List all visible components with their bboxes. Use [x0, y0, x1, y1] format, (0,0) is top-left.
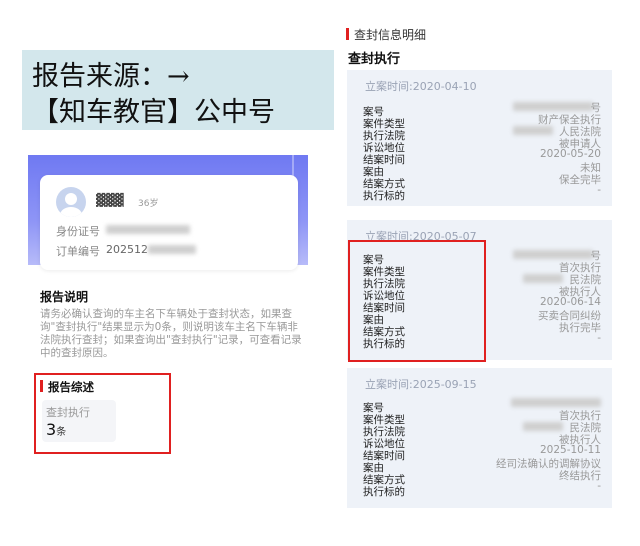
summary-accent-bar: [40, 380, 43, 392]
record-row: 执行标的 -: [363, 480, 601, 498]
record-row: 案号: [363, 396, 601, 414]
source-banner: 报告来源：→ 【知车教官】公中号: [22, 50, 334, 130]
record-row: 案件类型 财产保全执行: [363, 112, 601, 130]
case-number-redacted: [513, 250, 593, 259]
record-row: 案由 未知: [363, 160, 601, 178]
court-redacted: [523, 274, 563, 283]
record-highlight-box: [348, 240, 486, 362]
row-label: 执行标的: [363, 190, 405, 202]
case-number-redacted: [511, 398, 601, 407]
row-value: 2020-06-14: [539, 296, 601, 308]
profile-name: ▓▓▓: [96, 193, 124, 207]
record-date: 立案时间:2020-04-10: [365, 80, 477, 93]
banner-line-2: 【知车教官】公中号: [32, 97, 275, 128]
summary-count: 3: [46, 420, 57, 439]
profile-card: ▓▓▓ 36岁 身份证号 订单编号 202512: [40, 175, 298, 270]
row-value: 2025-10-11: [539, 444, 601, 456]
court-redacted: [513, 126, 553, 135]
row-value: -: [597, 332, 601, 344]
record-row: 诉讼地位 被申请人: [363, 136, 601, 154]
banner-line-1: 报告来源：→: [32, 61, 190, 92]
profile-age: 36岁: [138, 199, 159, 209]
record-row: 案件类型 首次执行: [363, 408, 601, 426]
record-row: 案号号: [363, 100, 601, 118]
summary-count-unit: 条: [56, 427, 67, 438]
record-row: 结案方式 终结执行: [363, 468, 601, 486]
summary-count-wrap: 3条: [46, 420, 66, 439]
record-card[interactable]: 立案时间:2025-09-15 案号 案件类型 首次执行 执行法院 民法院 诉讼地位…: [347, 368, 612, 508]
order-number-redacted: [148, 245, 196, 254]
id-number-label: 身份证号: [56, 225, 100, 238]
order-number-label: 订单编号: [56, 245, 100, 258]
detail-section-title: 查封信息明细: [354, 28, 427, 42]
record-row: 执行法院 人民法院: [363, 124, 601, 142]
summary-item-label: 查封执行: [46, 406, 90, 419]
row-value: -: [597, 480, 601, 492]
record-row: 结案时间 2025-10-11: [363, 444, 601, 462]
report-note-title: 报告说明: [40, 290, 89, 304]
record-row: 执行法院 民法院: [363, 420, 601, 438]
row-label: 执行标的: [363, 486, 405, 498]
order-number-prefix: 202512: [106, 243, 148, 256]
court-redacted: [523, 422, 563, 431]
record-row: 诉讼地位 被执行人: [363, 432, 601, 450]
record-row: 案由 经司法确认的调解协议: [363, 456, 601, 474]
record-row: 执行标的 -: [363, 184, 601, 202]
row-value: 2020-05-20: [539, 148, 601, 160]
record-card[interactable]: 立案时间:2020-04-10 案号号 案件类型 财产保全执行 执行法院 人民法院 …: [347, 70, 612, 206]
avatar-body-icon: [60, 207, 82, 217]
id-number-value-redacted: [106, 225, 190, 234]
avatar-head-icon: [65, 193, 77, 205]
record-rows: 案号号 案件类型 财产保全执行 执行法院 人民法院 诉讼地位 被申请人 结案时间 202…: [363, 100, 601, 202]
record-row: 结案方式 保全完毕: [363, 172, 601, 190]
detail-subtitle: 查封执行: [348, 52, 401, 67]
avatar: [56, 187, 86, 217]
row-value: -: [597, 184, 601, 196]
record-row: 结案时间 2020-05-20: [363, 148, 601, 166]
report-note-text: 请务必确认查询的车主名下车辆处于查封状态，如果查询"查封执行"结果显示为0条，则…: [40, 308, 302, 359]
detail-accent-bar: [346, 28, 349, 40]
case-number-redacted: [513, 102, 593, 111]
record-date: 立案时间:2025-09-15: [365, 378, 477, 391]
summary-title: 报告综述: [48, 380, 94, 394]
summary-card[interactable]: 查封执行 3条: [42, 400, 116, 442]
record-rows: 案号 案件类型 首次执行 执行法院 民法院 诉讼地位 被执行人 结案时间 2025-10…: [363, 396, 601, 498]
